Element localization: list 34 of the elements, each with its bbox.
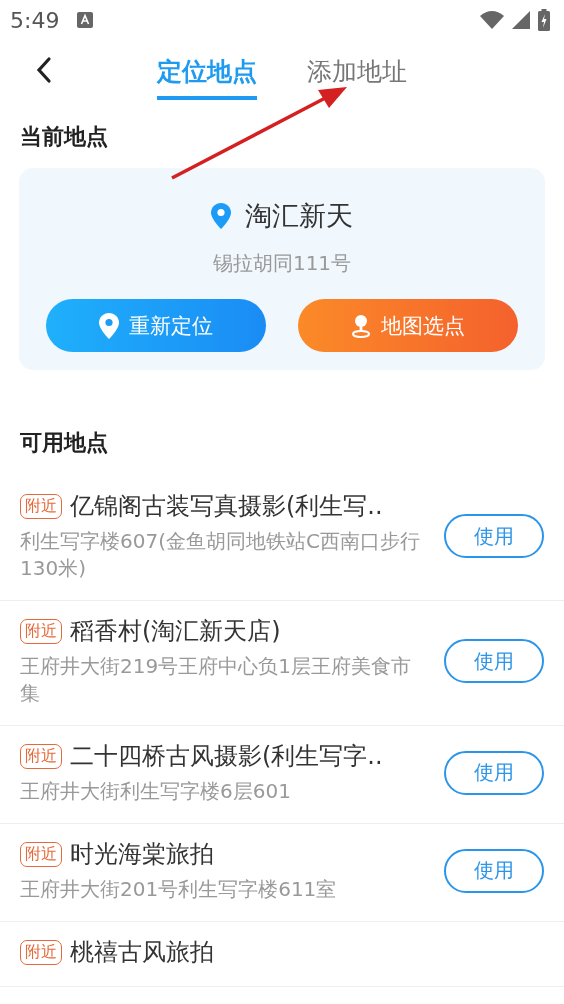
place-address: 锡拉胡同111号 bbox=[212, 250, 352, 277]
status-time: 5:49 bbox=[10, 7, 60, 33]
section-heading: 可用地点 bbox=[20, 429, 109, 457]
signal-icon bbox=[512, 11, 530, 29]
wifi-icon bbox=[480, 11, 504, 29]
place-address: 利生写字楼607(金鱼胡同地铁站C西南口步行130米) bbox=[20, 528, 420, 582]
place-name: 时光海棠旅拍 bbox=[70, 839, 214, 870]
map-pin-icon bbox=[351, 313, 371, 338]
tab[interactable]: 定位地点 bbox=[157, 46, 257, 100]
use-button[interactable]: 使用 bbox=[444, 750, 544, 795]
keyboard-icon bbox=[77, 12, 94, 28]
pick-on-map-button[interactable]: 地图选点 bbox=[298, 299, 518, 352]
section-heading: 当前地点 bbox=[20, 123, 109, 151]
location-pin-icon bbox=[99, 312, 119, 339]
place-address: 王府井大街利生写字楼6层601 bbox=[20, 778, 292, 805]
place-name: 二十四桥古风摄影(利生写字.. bbox=[70, 741, 383, 772]
nearby-tag: 附近 bbox=[20, 743, 62, 769]
place-name: 淘汇新天 bbox=[245, 199, 353, 233]
place-address: 王府井大街201号利生写字楼611室 bbox=[20, 876, 338, 903]
place-name: 桃禧古风旅拍 bbox=[70, 937, 214, 968]
place-name: 稻香村(淘汇新天店) bbox=[70, 616, 281, 647]
nearby-tag: 附近 bbox=[20, 493, 62, 519]
nearby-tag: 附近 bbox=[20, 618, 62, 644]
place-address: 王府井大街219号王府中心负1层王府美食市集 bbox=[20, 653, 412, 707]
location-pin-icon bbox=[211, 203, 231, 229]
place-name: 亿锦阁古装写真摄影(利生写.. bbox=[70, 491, 383, 522]
battery-icon bbox=[538, 9, 550, 31]
use-button[interactable]: 使用 bbox=[444, 848, 544, 893]
nearby-tag: 附近 bbox=[20, 841, 62, 867]
relocate-button[interactable]: 重新定位 bbox=[46, 299, 266, 352]
tab[interactable]: 添加地址 bbox=[307, 46, 407, 100]
nearby-tag: 附近 bbox=[20, 939, 62, 965]
use-button[interactable]: 使用 bbox=[444, 639, 544, 683]
use-button[interactable]: 使用 bbox=[444, 514, 544, 558]
